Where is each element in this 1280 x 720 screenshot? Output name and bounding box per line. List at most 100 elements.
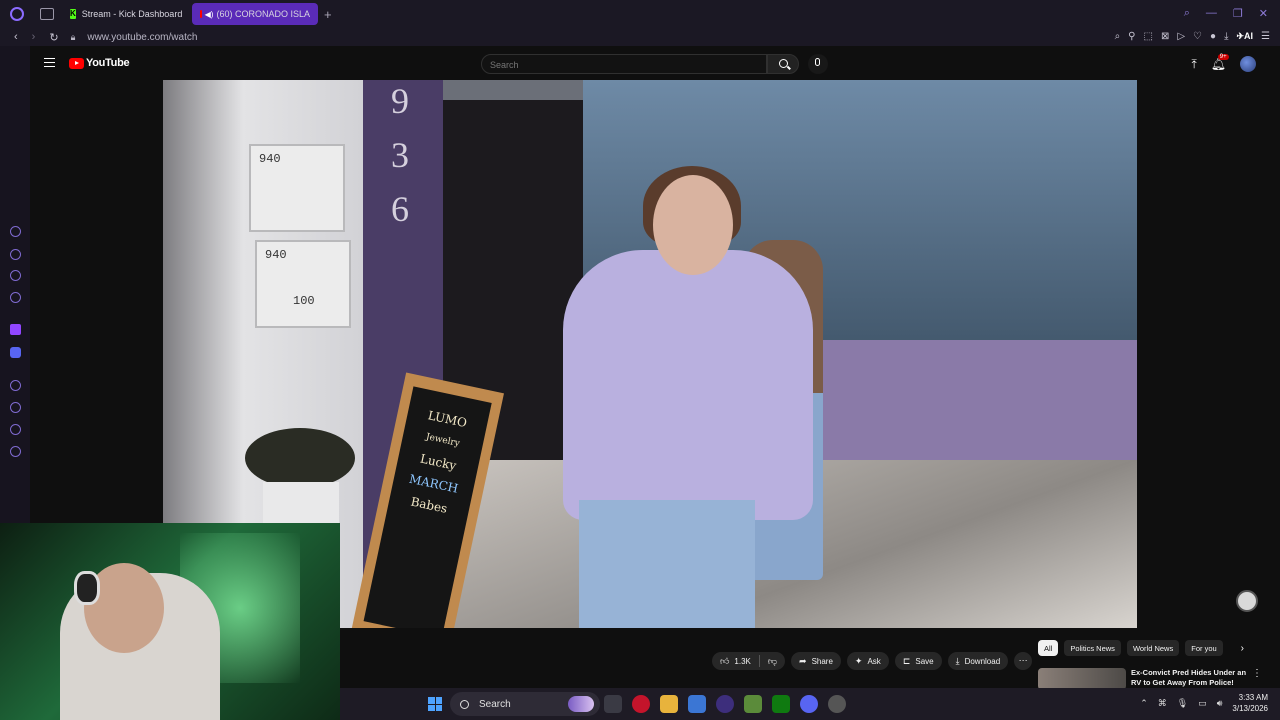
speaker-icon[interactable]: ◀)	[205, 10, 214, 19]
recommendation-title[interactable]: Ex-Convict Pred Hides Under an RV to Get…	[1131, 668, 1251, 688]
mailbox-top: 940	[249, 144, 345, 232]
share-label: Share	[811, 656, 833, 666]
chip-world-news[interactable]: World News	[1126, 640, 1180, 656]
crypto-wallet-icon[interactable]	[10, 249, 21, 260]
house-number-digit: 6	[391, 189, 409, 229]
recommendation-menu-icon[interactable]: ⋮	[1252, 668, 1262, 679]
recommendation-thumbnail[interactable]	[1038, 668, 1126, 690]
tab-label: (60) CORONADO ISLA	[216, 9, 310, 19]
taskbar-apps	[604, 695, 846, 713]
menu-icon[interactable]	[44, 58, 55, 67]
voice-search-button[interactable]	[808, 54, 828, 74]
notifications-button[interactable]: 🔔︎ 9+	[1211, 54, 1229, 71]
tab-kick-dashboard[interactable]: K Stream - Kick Dashboard	[62, 3, 184, 25]
thumbs-up-icon: 👍︎	[720, 655, 730, 666]
dislike-button[interactable]: 👎︎	[760, 652, 785, 670]
create-icon[interactable]: ⤒	[1191, 57, 1196, 72]
discord-icon[interactable]	[800, 695, 818, 713]
like-count: 1.3K	[734, 656, 751, 666]
back-button[interactable]: ‹	[14, 31, 18, 43]
recommendation-item[interactable]: Ex-Convict Pred Hides Under an RV to Get…	[1038, 666, 1278, 690]
video-person-head	[653, 175, 733, 275]
obs-icon[interactable]	[716, 695, 734, 713]
store-icon[interactable]	[688, 695, 706, 713]
save-button[interactable]: ⊏ Save	[894, 652, 942, 670]
task-view-icon[interactable]	[604, 695, 622, 713]
share-icon: ➦	[799, 655, 807, 666]
download-button[interactable]: ⤓ Download	[947, 652, 1009, 670]
discord-icon[interactable]	[10, 347, 21, 358]
new-tab-button[interactable]: +	[324, 7, 332, 22]
chevron-up-icon[interactable]: ⌃	[1140, 698, 1148, 709]
ai-label: AI	[1244, 31, 1254, 41]
adblock-icon[interactable]: ⊠	[1161, 31, 1169, 42]
video-actions: 👍︎ 1.3K 👎︎ ➦ Share ✦ Ask ⊏ Save ⤓ Download ⋯	[712, 652, 1033, 670]
like-button[interactable]: 👍︎ 1.3K	[712, 652, 759, 670]
history-icon[interactable]	[10, 402, 21, 413]
pin-icon[interactable]: ⚲	[1128, 31, 1135, 42]
profile-icon[interactable]: ●	[1210, 31, 1216, 42]
minecraft-icon[interactable]	[744, 695, 762, 713]
url-field[interactable]: www.youtube.com/watch	[87, 32, 197, 43]
screen: K Stream - Kick Dashboard ◀) (60) CORONA…	[0, 0, 1280, 720]
tab-youtube-video[interactable]: ◀) (60) CORONADO ISLA	[192, 3, 318, 25]
avatar[interactable]	[1240, 56, 1256, 72]
opera-gx-icon[interactable]	[632, 695, 650, 713]
clock-date: 3/13/2026	[1232, 704, 1268, 713]
twitch-icon[interactable]	[10, 324, 21, 335]
volume-icon[interactable]: 🔊︎	[1217, 698, 1223, 709]
youtube-play-icon	[69, 57, 84, 69]
share-button[interactable]: ➦ Share	[791, 652, 841, 670]
video-person-jeans	[579, 500, 755, 628]
clock-time: 3:33 AM	[1238, 693, 1268, 702]
zoom-icon[interactable]: ⌕	[1115, 31, 1121, 42]
youtube-wordmark: YouTube	[86, 57, 130, 69]
search-input[interactable]	[482, 56, 766, 74]
youtube-header: YouTube ⤒ 🔔︎9+	[30, 46, 1280, 80]
like-dislike-group: 👍︎ 1.3K 👎︎	[712, 652, 786, 670]
tab-menu-icon[interactable]	[40, 8, 54, 20]
pinboard-icon[interactable]	[10, 424, 21, 435]
opera-logo-icon[interactable]	[10, 7, 24, 21]
webcam-overlay	[0, 523, 340, 720]
snapshot-icon[interactable]: ⬚	[1144, 31, 1153, 42]
file-explorer-icon[interactable]	[660, 695, 678, 713]
windows-start-icon[interactable]	[428, 697, 442, 711]
heart-icon[interactable]: ♡	[1193, 31, 1202, 42]
below-video-bar: 👍︎ 1.3K 👎︎ ➦ Share ✦ Ask ⊏ Save ⤓ Download ⋯ …	[340, 628, 1280, 690]
microphone-icon	[815, 58, 820, 66]
taskbar-search[interactable]: Search	[450, 692, 600, 716]
browser-tab-strip: K Stream - Kick Dashboard ◀) (60) CORONA…	[0, 0, 1280, 28]
player-icon[interactable]: ▷	[1177, 31, 1185, 42]
network-icon[interactable]: ⌘	[1158, 698, 1167, 709]
display-icon[interactable]: ▭	[1198, 698, 1207, 709]
settings-icon[interactable]	[10, 446, 21, 457]
chevron-right-icon[interactable]: ›	[1241, 643, 1244, 654]
search-button[interactable]	[767, 54, 799, 74]
xbox-icon[interactable]	[772, 695, 790, 713]
clock[interactable]: 3:33 AM 3/13/2026	[1232, 692, 1268, 714]
chip-for-you[interactable]: For you	[1185, 640, 1223, 656]
chip-politics-news[interactable]: Politics News	[1064, 640, 1121, 656]
youtube-logo[interactable]: YouTube	[69, 57, 130, 69]
reload-button[interactable]: ↻	[49, 31, 58, 44]
ask-button[interactable]: ✦ Ask	[846, 652, 889, 670]
search-tabs-icon[interactable]: ⌕	[1184, 7, 1190, 20]
steam-icon[interactable]	[828, 695, 846, 713]
easy-setup-icon[interactable]: ☰	[1261, 31, 1270, 42]
forward-button[interactable]: ›	[32, 31, 36, 43]
messenger-icon[interactable]	[10, 292, 21, 303]
aria-ai-button[interactable]: ✈AI	[1236, 31, 1253, 42]
chip-all[interactable]: All	[1038, 640, 1059, 656]
microphone-tray-icon[interactable]: 🎙︎	[1177, 698, 1188, 709]
aria-icon[interactable]	[10, 226, 21, 237]
maximize-button[interactable]: ❐	[1233, 7, 1243, 20]
channel-watermark-icon[interactable]	[1236, 590, 1258, 612]
youtube-icon	[200, 10, 202, 18]
more-actions-button[interactable]: ⋯	[1014, 652, 1033, 670]
player-sidebar-icon[interactable]	[10, 380, 21, 391]
minimize-button[interactable]: —	[1206, 7, 1217, 20]
download-icon[interactable]: ⤓	[1224, 31, 1228, 42]
close-button[interactable]: ✕	[1259, 7, 1268, 20]
tab-islands-icon[interactable]	[10, 270, 21, 281]
